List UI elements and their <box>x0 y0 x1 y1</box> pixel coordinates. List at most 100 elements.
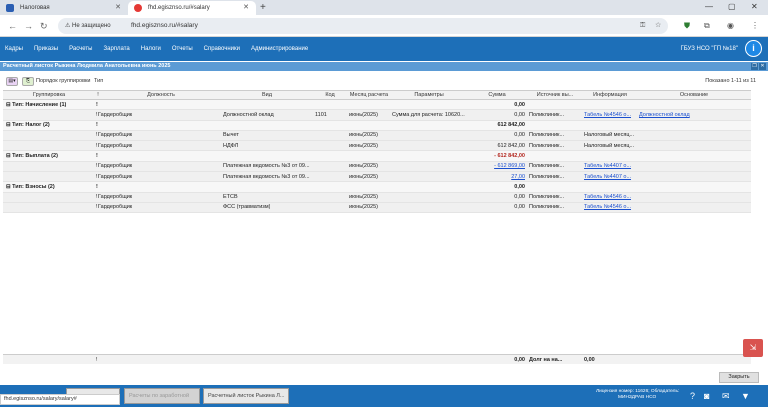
col-header[interactable]: Вид <box>221 92 313 98</box>
browser-tab-salary[interactable]: fhd.egisznso.ru/#salary ✕ <box>128 1 256 15</box>
cell-month: июнь(2025) <box>349 173 378 180</box>
tab-close-icon[interactable]: ✕ <box>243 1 249 15</box>
cell-info: Налоговый месяц... <box>584 142 635 149</box>
cell-sum-link[interactable]: - 612 869,00 <box>467 163 525 169</box>
minimize-icon[interactable]: — <box>705 0 713 15</box>
app-logo-icon: i <box>745 40 762 57</box>
payslip-grid: Группировка ! Должность Вид Код Месяц ра… <box>3 90 751 214</box>
reload-icon[interactable]: ↻ <box>40 19 48 33</box>
grid-menu-icon[interactable]: ▤▾ <box>6 77 18 86</box>
table-row[interactable]: ! Гардеробщик Вычет июнь(2025) 0,00 Поли… <box>3 130 751 142</box>
maximize-icon[interactable]: ▢ <box>728 0 736 15</box>
cell-sum: 0,00 <box>514 204 525 211</box>
summary-debt-label: Долг на на... <box>529 356 563 363</box>
new-tab-icon[interactable]: + <box>260 1 266 15</box>
cell-info-link[interactable]: Табель №4546 о... <box>584 204 631 210</box>
cell-sum-link[interactable]: 27,00 <box>467 174 525 180</box>
cell-vid: Платежная ведомость №3 от 09... <box>223 173 310 180</box>
col-header[interactable]: Параметры <box>391 92 467 98</box>
cell-info-link[interactable]: Табель №4407 о... <box>584 174 631 180</box>
col-header[interactable]: Источник вы... <box>527 92 583 98</box>
cell-position: Гардеробщик <box>98 132 133 139</box>
profile-icon[interactable]: ◉ <box>727 19 734 33</box>
grid-header: Группировка ! Должность Вид Код Месяц ра… <box>3 90 751 100</box>
group-row[interactable]: ⊟ Тип: Начисление (1) ! 0,00 <box>3 100 751 111</box>
grid-toolbar: ▤▾ ⎘ Порядок группировки Тип Показано 1-… <box>0 74 768 90</box>
group-label: ⊟ Тип: Налог (2) <box>6 122 50 129</box>
help-icon[interactable]: ? <box>690 389 695 403</box>
col-header[interactable]: Основание <box>637 92 751 98</box>
menu-item-administrirovanie[interactable]: Администрирование <box>251 46 308 52</box>
cell-position: Гардеробщик <box>98 111 133 118</box>
menu-item-nalogi[interactable]: Налоги <box>141 46 161 52</box>
cell-month: июнь(2025) <box>349 204 378 211</box>
side-exit-icon[interactable]: ⇲ <box>743 339 763 357</box>
mail-icon[interactable]: ✉ <box>722 389 730 403</box>
browser-tab-nalogovaya[interactable]: Налоговая ✕ <box>0 1 128 15</box>
cell-info-link[interactable]: Табель №4546 о... <box>584 112 631 118</box>
task-payslip[interactable]: Расчетный листок Рыкина Л... <box>203 388 289 404</box>
cell-position: Гардеробщик <box>98 194 133 201</box>
menu-item-spravochniki[interactable]: Справочники <box>204 46 240 52</box>
cell-month: июнь(2025) <box>349 194 378 201</box>
cell-basis-link[interactable]: Должностной оклад <box>639 112 690 118</box>
extensions-icon[interactable]: ⧉ <box>704 19 710 33</box>
key-icon[interactable]: ⚿ <box>640 21 645 31</box>
menu-item-kadry[interactable]: Кадры <box>5 46 23 52</box>
tab-label: Налоговая <box>20 5 50 11</box>
tab-close-icon[interactable]: ✕ <box>115 1 121 15</box>
group-total: - 612 842,00 <box>494 152 525 159</box>
group-row[interactable]: ⊟ Тип: Налог (2) ! 612 842,00 <box>3 120 751 131</box>
restore-window-icon[interactable]: ❐ <box>751 63 758 70</box>
table-row[interactable]: ! Гардеробщик ФСС (травматизм) июнь(2025… <box>3 202 751 214</box>
cell-source: Поликлиник... <box>529 204 565 211</box>
group-order-value[interactable]: Тип <box>94 78 103 84</box>
back-icon[interactable]: ← <box>8 19 17 33</box>
table-row[interactable]: ! Гардеробщик Платежная ведомость №3 от … <box>3 172 751 183</box>
browser-toolbar: ← → ↻ ⚠ Не защищено fhd.egisznso.ru/#sal… <box>0 15 768 37</box>
collapse-icon[interactable]: ▼ <box>741 389 750 403</box>
table-row[interactable]: ! Гардеробщик ЕТСВ июнь(2025) 0,00 Полик… <box>3 192 751 203</box>
cell-vid: ФСС (травматизм) <box>223 204 271 211</box>
menu-item-prikazy[interactable]: Приказы <box>34 46 58 52</box>
table-row[interactable]: ! Гардеробщик Платежная ведомость №3 от … <box>3 161 751 173</box>
col-header[interactable]: Должность <box>101 92 221 98</box>
forward-icon[interactable]: → <box>24 19 33 33</box>
cell-source: Поликлиник... <box>529 194 565 201</box>
group-marker: ! <box>96 101 98 108</box>
col-header[interactable]: Месяц расчета <box>347 92 391 98</box>
camera-icon[interactable]: ◙ <box>704 389 709 403</box>
close-button[interactable]: Закрыть <box>719 372 759 383</box>
menu-item-raschety[interactable]: Расчеты <box>69 46 92 52</box>
group-total: 0,00 <box>514 101 525 108</box>
group-row[interactable]: ⊟ Тип: Выплата (2) ! - 612 842,00 <box>3 151 751 162</box>
col-header[interactable]: Группировка <box>3 92 95 98</box>
group-row[interactable]: ⊟ Тип: Взносы (2) ! 0,00 <box>3 182 751 193</box>
close-window-icon[interactable]: ✕ <box>759 63 766 70</box>
col-header[interactable]: Код <box>313 92 347 98</box>
window-close-icon[interactable]: ✕ <box>751 0 758 15</box>
table-row[interactable]: ! Гардеробщик Должностной оклад 1101 июн… <box>3 110 751 121</box>
records-shown: Показано 1-11 из 11 <box>705 78 756 84</box>
group-order-label: Порядок группировки <box>36 78 91 84</box>
col-header[interactable]: Информация <box>583 92 637 98</box>
bookmark-star-icon[interactable]: ☆ <box>655 21 661 31</box>
export-icon[interactable]: ⎘ <box>22 77 34 86</box>
summary-marker: ! <box>96 356 98 363</box>
col-header[interactable]: Сумма <box>467 92 527 98</box>
tab-label: fhd.egisznso.ru/#salary <box>148 5 210 11</box>
menu-item-otchety[interactable]: Отчеты <box>172 46 193 52</box>
cell-info-link[interactable]: Табель №4407 о... <box>584 163 631 169</box>
cell-sum: 612 842,00 <box>497 142 525 149</box>
url-text[interactable]: fhd.egisznso.ru/#salary <box>131 21 198 31</box>
menu-item-zarplata[interactable]: Зарплата <box>103 46 129 52</box>
browser-menu-icon[interactable]: ⋮ <box>751 19 759 33</box>
table-row[interactable]: ! Гардеробщик НДФЛ июнь(2025) 612 842,00… <box>3 141 751 152</box>
cell-vid: Платежная ведомость №3 от 09... <box>223 163 310 170</box>
shield-extension-icon[interactable]: ⛊ <box>684 19 690 33</box>
cell-info-link[interactable]: Табель №4546 о... <box>584 194 631 200</box>
cell-source: Поликлиник... <box>529 111 565 118</box>
address-bar[interactable]: ⚠ Не защищено fhd.egisznso.ru/#salary ⚿ … <box>58 18 668 34</box>
task-salary-calc[interactable]: Расчеты по заработной <box>124 388 200 404</box>
security-indicator[interactable]: ⚠ Не защищено <box>65 21 111 31</box>
